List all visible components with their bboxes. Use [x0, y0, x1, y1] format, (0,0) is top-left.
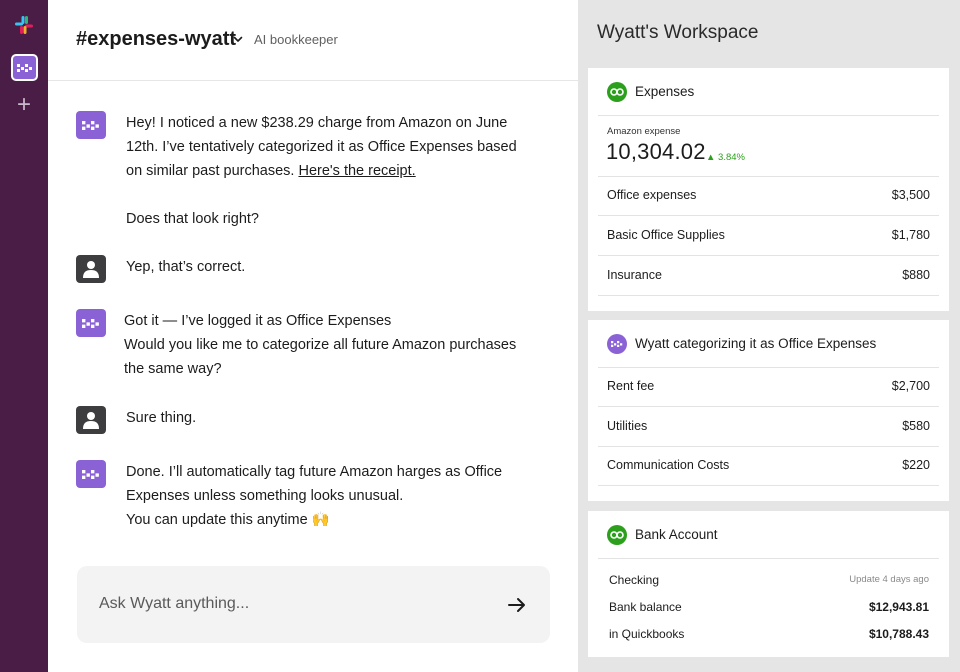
plus-icon[interactable]: +	[14, 93, 34, 117]
row-label: in Quickbooks	[609, 627, 685, 641]
receipt-link[interactable]: Here's the receipt.	[298, 163, 415, 179]
message-body: Sure thing.	[126, 406, 556, 430]
card-title: Wyatt categorizing it as Office Expenses	[635, 336, 877, 351]
channel-name[interactable]: #expenses-wyatt	[76, 28, 236, 51]
message-line: Expenses unless something looks unusual.	[126, 488, 404, 504]
bot-avatar[interactable]	[76, 460, 106, 488]
expense-row[interactable]: Office expenses $3,500	[598, 176, 939, 216]
row-label: Rent fee	[607, 379, 655, 393]
message-line: Sure thing.	[126, 410, 197, 426]
message-line: Got it — I’ve logged it as Office Expens…	[124, 313, 392, 329]
card-header: Expenses	[588, 68, 949, 116]
row-value: $1,780	[891, 228, 930, 242]
quickbooks-balance-row: in Quickbooks $10,788.43	[609, 627, 929, 647]
message-line: Hey! I noticed a new $238.29 charge from…	[126, 115, 508, 131]
row-value: $10,788.43	[868, 627, 929, 641]
row-label: Utilities	[607, 419, 648, 433]
bank-balance-row: Bank balance $12,943.81	[609, 600, 929, 620]
expense-row[interactable]: Basic Office Supplies $1,780	[598, 216, 939, 256]
wyatt-logo-icon	[607, 334, 627, 354]
user-avatar[interactable]	[76, 406, 106, 434]
wyatt-logo-icon	[82, 318, 99, 328]
row-value: $3,500	[891, 188, 930, 202]
message-body: Yep, that’s correct.	[126, 255, 556, 279]
card-title: Bank Account	[635, 527, 718, 542]
card-title: Expenses	[635, 84, 695, 99]
quickbooks-logo-icon	[607, 525, 627, 545]
app-rail: +	[0, 0, 48, 672]
user-avatar[interactable]	[76, 255, 106, 283]
expense-row[interactable]: Insurance $880	[598, 256, 939, 296]
wyatt-logo-icon	[16, 63, 32, 72]
message-body: Done. I’ll automatically tag future Amaz…	[126, 460, 556, 532]
arrow-right-icon[interactable]	[505, 593, 529, 617]
bot-avatar[interactable]	[76, 111, 106, 139]
message-text: on similar past purchases.	[126, 163, 299, 179]
row-label: Insurance	[607, 268, 662, 282]
workspace-title: Wyatt's Workspace	[597, 22, 759, 43]
message-line: Does that look right?	[126, 211, 259, 227]
bank-account-card: Bank Account Checking Update 4 days ago …	[588, 511, 949, 657]
message-line: the same way?	[124, 361, 222, 377]
card-header: Bank Account	[588, 511, 949, 559]
message-input[interactable]	[99, 592, 479, 616]
message-line: 12th. I’ve tentatively categorized it as…	[126, 139, 517, 155]
message-line: Would you like me to categorize all futu…	[124, 337, 517, 353]
channel-subtitle: AI bookkeeper	[254, 32, 338, 47]
row-value: $220	[902, 458, 930, 472]
bot-avatar[interactable]	[76, 309, 106, 337]
channel-header: #expenses-wyatt AI bookkeeper	[48, 0, 578, 81]
row-value: $2,700	[891, 379, 930, 393]
message-body: Hey! I noticed a new $238.29 charge from…	[126, 111, 556, 231]
categorizing-card: Wyatt categorizing it as Office Expenses…	[588, 320, 949, 501]
message-line: You can update this anytime 🙌	[126, 512, 330, 528]
metric-label: Amazon expense	[607, 126, 681, 137]
chat-panel: #expenses-wyatt AI bookkeeper Hey! I not…	[48, 0, 578, 672]
person-icon	[83, 412, 99, 429]
message-line: Done. I’ll automatically tag future Amaz…	[126, 464, 503, 480]
checking-row: Checking Update 4 days ago	[609, 573, 929, 593]
category-row[interactable]: Utilities $580	[598, 407, 939, 447]
wyatt-logo-icon	[82, 469, 99, 479]
metric-delta-badge: ▲ 3.84%	[706, 152, 745, 163]
updated-timestamp: Update 4 days ago	[849, 574, 929, 585]
card-header: Wyatt categorizing it as Office Expenses	[588, 320, 949, 368]
chevron-down-icon[interactable]	[232, 33, 244, 45]
row-value: $880	[902, 268, 930, 282]
slack-logo-icon[interactable]	[14, 15, 34, 35]
message-composer	[77, 566, 550, 643]
workspace-panel: Wyatt's Workspace Expenses Amazon expens…	[578, 0, 960, 672]
message-line: Yep, that’s correct.	[126, 259, 246, 275]
row-label: Communication Costs	[607, 458, 730, 472]
row-value: $12,943.81	[868, 600, 929, 614]
message-body: Got it — I’ve logged it as Office Expens…	[124, 309, 554, 381]
category-row[interactable]: Rent fee $2,700	[598, 367, 939, 407]
checking-label: Checking	[609, 573, 660, 587]
row-label: Bank balance	[609, 600, 682, 614]
person-icon	[83, 261, 99, 278]
row-label: Office expenses	[607, 188, 697, 202]
row-value: $580	[902, 419, 930, 433]
row-label: Basic Office Supplies	[607, 228, 725, 242]
wyatt-workspace-icon[interactable]	[11, 54, 38, 81]
wyatt-logo-icon	[82, 120, 99, 130]
metric-value: 10,304.02	[606, 139, 706, 164]
category-row[interactable]: Communication Costs $220	[598, 446, 939, 486]
expenses-card: Expenses Amazon expense 10,304.02 ▲ 3.84…	[588, 68, 949, 311]
message-line: on similar past purchases. Here's the re…	[126, 159, 556, 183]
quickbooks-logo-icon	[607, 82, 627, 102]
